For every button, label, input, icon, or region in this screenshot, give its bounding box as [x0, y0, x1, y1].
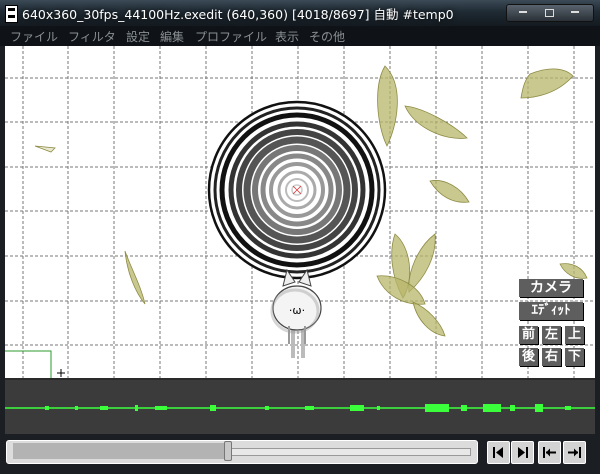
view-top-button[interactable]: 上	[565, 326, 584, 344]
seek-slider[interactable]	[6, 440, 478, 464]
leaf	[124, 250, 146, 305]
prev-frame-button[interactable]	[487, 441, 510, 464]
menu-view[interactable]: 表示	[275, 28, 299, 45]
waveform	[5, 404, 595, 412]
menu-other[interactable]: その他	[309, 28, 345, 45]
menu-file[interactable]: ファイル	[10, 28, 58, 45]
prev-frame-icon	[493, 447, 503, 458]
first-frame-button[interactable]	[538, 441, 561, 464]
edit-button[interactable]: ｴﾃﾞｨｯﾄ	[519, 302, 583, 320]
view-left-button[interactable]: 左	[542, 326, 561, 344]
svg-text:·ω·: ·ω·	[289, 304, 305, 317]
leaf	[377, 65, 398, 147]
concentric-rings	[207, 100, 387, 280]
next-frame-button[interactable]	[511, 441, 534, 464]
selection-marker	[5, 350, 52, 378]
crosshair-icon	[57, 369, 65, 377]
view-back-button[interactable]: 後	[519, 348, 538, 366]
leaf	[520, 68, 574, 99]
close-icon[interactable]	[571, 11, 579, 13]
last-frame-icon	[568, 447, 581, 458]
maximize-icon[interactable]	[545, 9, 554, 17]
view-bottom-button[interactable]: 下	[565, 348, 584, 366]
menu-profile[interactable]: プロファイル	[195, 28, 267, 45]
title-bar[interactable]: 640x360_30fps_44100Hz.exedit (640,360) […	[0, 0, 600, 26]
menu-filter[interactable]: フィルタ	[68, 28, 116, 45]
view-right-button[interactable]: 右	[542, 348, 561, 366]
menu-settings[interactable]: 設定	[126, 28, 150, 45]
window-controls	[506, 4, 594, 22]
preview-canvas[interactable]: ·ω· カメラ ｴﾃﾞｨｯﾄ 前 左 上 後 右 下	[5, 46, 595, 378]
menu-edit[interactable]: 編集	[160, 28, 184, 45]
selection-range	[13, 443, 224, 459]
audio-waveform-track[interactable]	[5, 378, 595, 436]
next-frame-icon	[518, 447, 528, 458]
first-frame-icon	[543, 447, 556, 458]
minimize-icon[interactable]	[519, 11, 527, 13]
leaf	[408, 233, 436, 293]
leaf	[559, 263, 588, 279]
menu-bar: ファイル フィルタ 設定 編集 プロファイル 表示 その他	[0, 26, 600, 46]
leaf	[34, 145, 56, 153]
film-icon	[5, 5, 18, 23]
preview-scene: ·ω·	[5, 46, 595, 378]
seek-thumb[interactable]	[223, 441, 232, 461]
view-front-button[interactable]: 前	[519, 326, 538, 344]
leaf	[412, 301, 446, 337]
window-title: 640x360_30fps_44100Hz.exedit (640,360) […	[22, 7, 454, 22]
last-frame-button[interactable]	[563, 441, 586, 464]
camera-button[interactable]: カメラ	[519, 279, 583, 297]
